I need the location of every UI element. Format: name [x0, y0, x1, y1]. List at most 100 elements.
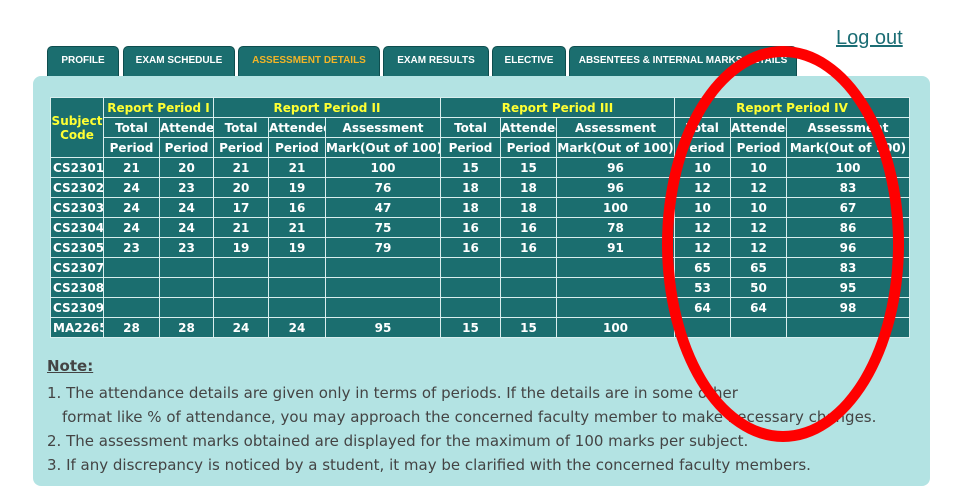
col-attended: Attended: [730, 117, 788, 138]
col-attended-sub: Period: [159, 137, 214, 158]
period-1-header: Report Period I: [103, 97, 214, 118]
subject-code-cell: CS2307: [50, 257, 104, 278]
table-cell: 21: [103, 157, 160, 178]
table-cell: 76: [325, 177, 441, 198]
note-line-1-cont: format like % of attendance, you may app…: [62, 408, 877, 426]
table-cell: 24: [268, 317, 326, 338]
table-cell: 15: [440, 157, 501, 178]
col-total: Total: [213, 117, 269, 138]
table-cell: 65: [674, 257, 732, 278]
table-cell: [325, 277, 441, 298]
table-cell: [500, 277, 557, 298]
table-cell: 50: [730, 277, 788, 298]
table-cell: [500, 297, 557, 318]
table-cell: 98: [786, 297, 911, 318]
table-cell: 20: [159, 157, 214, 178]
table-cell: 67: [786, 197, 911, 218]
tab-assessment-details[interactable]: ASSESSMENT DETAILS: [238, 46, 380, 76]
col-assessment: Assessment: [325, 117, 441, 138]
table-cell: [103, 297, 160, 318]
table-cell: 21: [213, 217, 269, 238]
table-cell: 100: [786, 157, 911, 178]
col-total-sub: Period: [213, 137, 269, 158]
table-cell: 96: [786, 237, 911, 258]
logout-link[interactable]: Log out: [836, 27, 903, 50]
subject-code-cell: CS2305: [50, 237, 104, 258]
table-cell: 10: [674, 157, 732, 178]
table-cell: [213, 257, 269, 278]
subject-code-cell: CS2309: [50, 297, 104, 318]
table-cell: 21: [213, 157, 269, 178]
table-cell: 100: [555, 197, 676, 218]
table-body: CS2301 21 20 21 21 100 15 15 96 10 10 100 CS2302 24 23…: [50, 157, 911, 338]
table-cell: 95: [325, 317, 441, 338]
table-cell: 24: [159, 197, 214, 218]
table-cell: 16: [500, 217, 557, 238]
table-cell: 19: [268, 237, 326, 258]
col-total-sub: Period: [674, 137, 732, 158]
table-cell: 12: [674, 217, 732, 238]
table-row: CS2303 24 24 17 16 47 18 18 100 10 10 67: [50, 197, 911, 218]
table-cell: 10: [730, 197, 788, 218]
table-cell: 24: [103, 177, 160, 198]
note-line-3: 3. If any discrepancy is noticed by a st…: [47, 456, 811, 474]
table-cell: [325, 257, 441, 278]
table-cell: 100: [555, 317, 676, 338]
tab-exam-results[interactable]: EXAM RESULTS: [383, 46, 489, 76]
tab-absentees-internal-marks[interactable]: ABSENTEES & INTERNAL MARKS DETAILS: [569, 46, 797, 76]
table-cell: [159, 257, 214, 278]
table-cell: 23: [159, 237, 214, 258]
table-row: CS2301 21 20 21 21 100 15 15 96 10 10 100: [50, 157, 911, 178]
table-cell: 15: [500, 157, 557, 178]
table-row: CS2304 24 24 21 21 75 16 16 78 12 12 86: [50, 217, 911, 238]
table-cell: 16: [440, 237, 501, 258]
table-cell: 24: [213, 317, 269, 338]
subject-code-label-1: Subject: [51, 113, 103, 128]
table-cell: 18: [500, 197, 557, 218]
col-attended-sub: Period: [730, 137, 788, 158]
subject-code-cell: CS2308: [50, 277, 104, 298]
table-cell: 12: [730, 217, 788, 238]
table-cell: 12: [674, 237, 732, 258]
tab-elective[interactable]: ELECTIVE: [492, 46, 566, 76]
table-cell: 23: [103, 237, 160, 258]
table-cell: 24: [103, 197, 160, 218]
table-cell: [500, 257, 557, 278]
table-row: CS2307 65 65 83: [50, 257, 911, 278]
table-cell: [159, 297, 214, 318]
subject-code-cell: CS2303: [50, 197, 104, 218]
table-row: CS2309 64 64 98: [50, 297, 911, 318]
subject-code-cell: CS2302: [50, 177, 104, 198]
table-cell: 20: [213, 177, 269, 198]
col-assessment-sub: Mark(Out of 100): [325, 137, 441, 158]
table-row: CS2302 24 23 20 19 76 18 18 96 12 12 83: [50, 177, 911, 198]
table-cell: 19: [268, 177, 326, 198]
table-cell: 16: [268, 197, 326, 218]
col-total-sub: Period: [103, 137, 160, 158]
table-cell: 24: [103, 217, 160, 238]
table-cell: 28: [103, 317, 160, 338]
tab-profile[interactable]: PROFILE: [47, 46, 119, 76]
table-cell: 10: [730, 157, 788, 178]
col-total: Total: [440, 117, 501, 138]
table-cell: 15: [500, 317, 557, 338]
table-cell: [440, 257, 501, 278]
tab-exam-schedule[interactable]: EXAM SCHEDULE: [123, 46, 235, 76]
table-cell: 15: [440, 317, 501, 338]
table-cell: 18: [440, 197, 501, 218]
table-cell: [213, 277, 269, 298]
table-cell: [268, 277, 326, 298]
period-3-header: Report Period III: [439, 97, 676, 118]
col-total: Total: [674, 117, 732, 138]
table-cell: 16: [440, 217, 501, 238]
note-title: Note:: [47, 357, 94, 375]
table-cell: 64: [674, 297, 732, 318]
subject-code-header: Subject Code: [50, 97, 104, 158]
col-attended: Attended: [500, 117, 557, 138]
table-cell: 96: [555, 177, 676, 198]
table-cell: [555, 277, 676, 298]
table-cell: 83: [786, 177, 911, 198]
table-cell: 100: [325, 157, 441, 178]
table-cell: [268, 297, 326, 318]
col-assessment-sub: Mark(Out of 100): [786, 137, 911, 158]
